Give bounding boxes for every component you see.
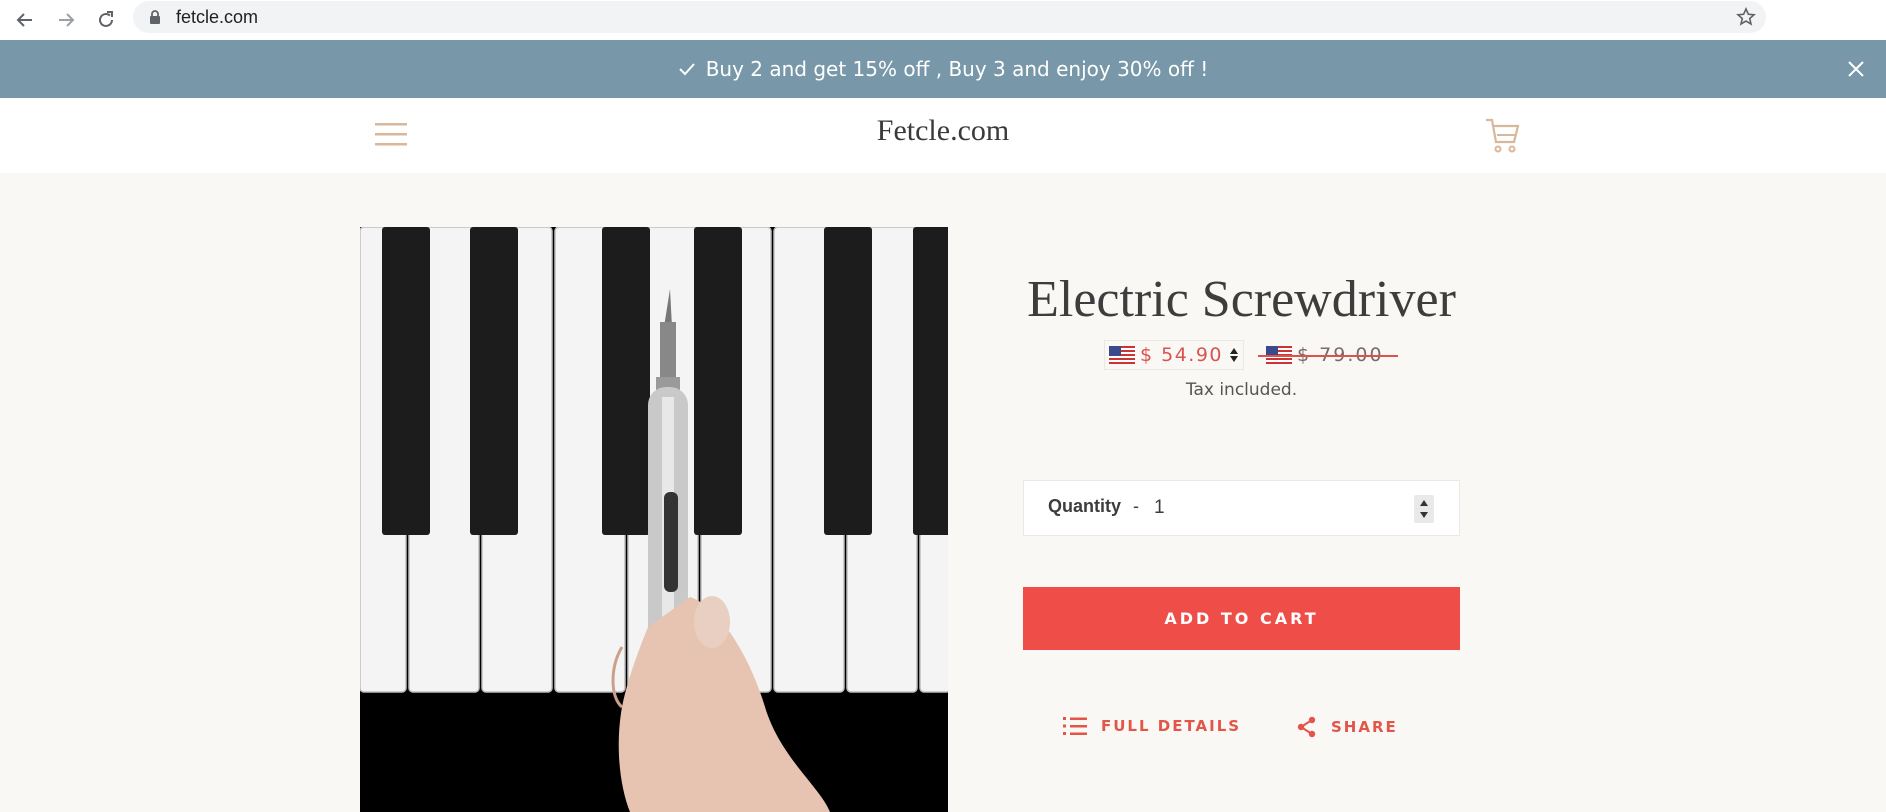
strikethrough-line xyxy=(1258,355,1398,357)
arrow-right-icon xyxy=(59,13,75,27)
share-link[interactable]: SHARE xyxy=(1297,716,1398,738)
address-bar[interactable]: fetcle.com xyxy=(133,1,1766,33)
product-price: $ 54.90 xyxy=(1140,344,1224,366)
compare-price: $ 79.00 xyxy=(1258,344,1398,366)
full-details-label: FULL DETAILS xyxy=(1101,717,1242,735)
share-label: SHARE xyxy=(1331,718,1398,736)
full-details-link[interactable]: FULL DETAILS xyxy=(1063,716,1241,736)
announcement-text: Buy 2 and get 15% off , Buy 3 and enjoy … xyxy=(705,57,1209,81)
product-image[interactable] xyxy=(360,227,948,812)
checkmark-icon xyxy=(678,62,696,76)
reload-button[interactable] xyxy=(91,5,121,35)
currency-selector[interactable]: $ 54.90 xyxy=(1104,340,1245,370)
quantity-separator: - xyxy=(1133,496,1139,516)
star-icon[interactable] xyxy=(1736,7,1756,27)
arrow-left-icon xyxy=(16,13,32,27)
lock-icon xyxy=(150,10,160,24)
forward-button[interactable] xyxy=(51,5,81,35)
sort-arrows-icon xyxy=(1229,347,1239,363)
announcement-bar: Buy 2 and get 15% off , Buy 3 and enjoy … xyxy=(0,40,1886,98)
quantity-label: Quantity xyxy=(1048,496,1122,516)
shopping-cart-icon[interactable] xyxy=(1484,116,1520,154)
url-text: fetcle.com xyxy=(176,7,259,27)
close-icon[interactable] xyxy=(1846,59,1866,79)
quantity-stepper[interactable] xyxy=(1414,495,1434,523)
add-to-cart-button[interactable]: ADD TO CART xyxy=(1023,587,1460,650)
quantity-selector: Quantity - xyxy=(1023,480,1460,536)
site-header: Fetcle.com xyxy=(0,98,1886,173)
us-flag-icon xyxy=(1109,346,1135,364)
price-row: $ 54.90 $ 79.00 xyxy=(1104,340,1398,370)
browser-toolbar: fetcle.com xyxy=(0,0,1886,40)
tax-note: Tax included. xyxy=(1185,380,1298,400)
list-icon xyxy=(1063,717,1087,735)
share-icon xyxy=(1297,716,1316,738)
reload-icon xyxy=(99,11,113,27)
quantity-input[interactable] xyxy=(1148,491,1410,525)
back-button[interactable] xyxy=(10,5,40,35)
product-title: Electric Screwdriver xyxy=(1027,271,1456,328)
site-logo[interactable]: Fetcle.com xyxy=(0,114,1886,148)
